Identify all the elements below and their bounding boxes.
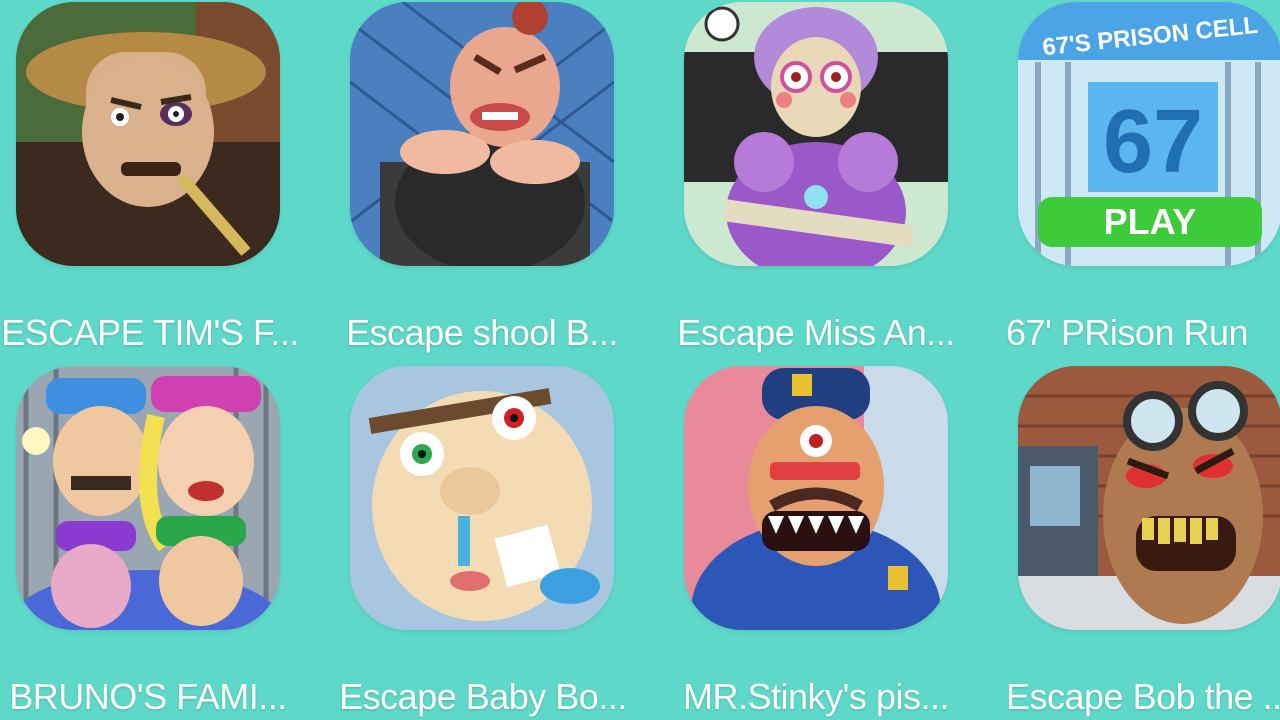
app-title[interactable]: Escape Baby Bo...: [313, 676, 653, 718]
app-title[interactable]: Escape shool B...: [312, 312, 652, 354]
app-tile-escape-school-bully[interactable]: [350, 2, 614, 266]
robot-teacher-icon: [684, 2, 948, 266]
scientist-bob-icon: [1018, 366, 1280, 630]
police-family-icon: [16, 366, 280, 630]
app-tile-mr-stinkys-prison[interactable]: [684, 366, 948, 630]
play-text: PLAY: [1104, 201, 1197, 242]
app-tile-escape-tims-farm[interactable]: [16, 2, 280, 266]
bully-kid-icon: [350, 2, 614, 266]
app-title[interactable]: Escape Miss An...: [646, 312, 986, 354]
cyclops-police-icon: [684, 366, 948, 630]
number-67-text: 67: [1103, 92, 1203, 192]
app-tile-escape-miss-ani[interactable]: [684, 2, 948, 266]
app-tile-67-prison-run[interactable]: 67'S PRISON CELL 67 PLAY: [1018, 2, 1280, 266]
app-title[interactable]: ESCAPE TIM'S F...: [0, 312, 320, 354]
app-title[interactable]: MR.Stinky's pis...: [646, 676, 986, 718]
baby-face-icon: [350, 366, 614, 630]
app-tile-escape-baby-bobby[interactable]: [350, 366, 614, 630]
app-title[interactable]: Escape Bob the ...: [1006, 676, 1280, 718]
scarecrow-farmer-icon: [16, 2, 280, 266]
prison-cell-67-icon: 67'S PRISON CELL 67 PLAY: [1018, 2, 1280, 266]
app-title[interactable]: 67' PRison Run: [1006, 312, 1280, 354]
app-tile-escape-bob-the[interactable]: [1018, 366, 1280, 630]
app-title[interactable]: BRUNO'S FAMI...: [0, 676, 318, 718]
app-tile-brunos-family[interactable]: [16, 366, 280, 630]
